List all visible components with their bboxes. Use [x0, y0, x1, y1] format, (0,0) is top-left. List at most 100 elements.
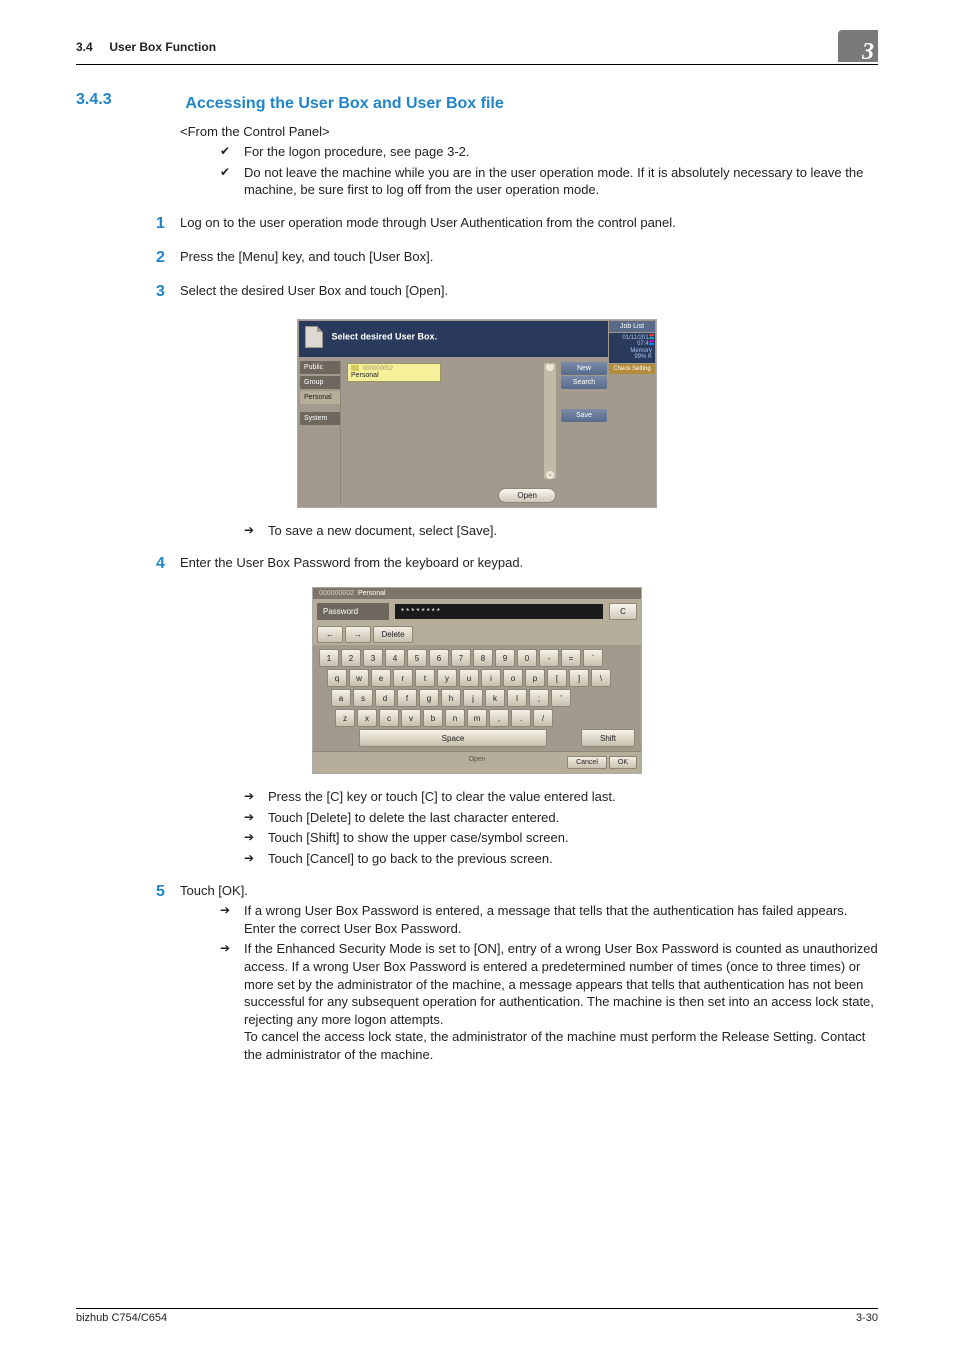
- key[interactable]: i: [481, 669, 501, 687]
- key[interactable]: w: [349, 669, 369, 687]
- key[interactable]: h: [441, 689, 461, 707]
- step-number: 2: [156, 249, 180, 267]
- key[interactable]: 5: [407, 649, 427, 667]
- tab-public[interactable]: Public: [300, 361, 340, 374]
- key[interactable]: f: [397, 689, 417, 707]
- key[interactable]: b: [423, 709, 443, 727]
- key[interactable]: z: [335, 709, 355, 727]
- key[interactable]: p: [525, 669, 545, 687]
- status-panel: 01/11/2012 07:41 Memory 99% K: [609, 333, 655, 363]
- key[interactable]: 8: [473, 649, 493, 667]
- key[interactable]: u: [459, 669, 479, 687]
- key-shift[interactable]: Shift: [581, 729, 635, 747]
- key-space[interactable]: Space: [359, 729, 547, 747]
- clear-button[interactable]: C: [609, 603, 637, 620]
- key[interactable]: -: [539, 649, 559, 667]
- tab-personal[interactable]: Personal: [300, 391, 340, 404]
- arrow-item: Press the [C] key or touch [C] to clear …: [244, 788, 878, 806]
- save-button[interactable]: Save: [561, 409, 607, 422]
- step-number: 4: [156, 555, 180, 573]
- prereq-list: For the logon procedure, see page 3-2. D…: [180, 143, 878, 199]
- password-input[interactable]: ********: [395, 604, 603, 619]
- scroll-up-icon[interactable]: ⌃: [546, 363, 554, 371]
- cursor-left-button[interactable]: ←: [317, 626, 343, 643]
- cancel-button[interactable]: Cancel: [567, 756, 607, 769]
- key[interactable]: r: [393, 669, 413, 687]
- step-text: Enter the User Box Password from the key…: [180, 555, 878, 573]
- key[interactable]: v: [401, 709, 421, 727]
- key[interactable]: 4: [385, 649, 405, 667]
- key[interactable]: l: [507, 689, 527, 707]
- key[interactable]: 3: [363, 649, 383, 667]
- user-box-item[interactable]: 000000002 Personal: [347, 363, 441, 382]
- search-button[interactable]: Search: [561, 376, 607, 389]
- key[interactable]: `: [583, 649, 603, 667]
- header-section-no: 3.4: [76, 40, 93, 54]
- key[interactable]: e: [371, 669, 391, 687]
- status-mem-label: Memory: [630, 348, 652, 354]
- onscreen-keyboard: 1234567890-=` qwertyuiop[]\ asdfghjkl;' …: [313, 645, 641, 751]
- panel-message-text: Select desired User Box.: [332, 331, 438, 341]
- key[interactable]: m: [467, 709, 487, 727]
- key[interactable]: /: [533, 709, 553, 727]
- dialog-header: 000000002 Personal: [313, 588, 641, 599]
- running-header: 3.4 User Box Function 3: [76, 40, 878, 65]
- screenshot-password-entry: 000000002 Personal Password ******** C ←…: [312, 587, 642, 774]
- folder-icon: [351, 365, 359, 371]
- dialog-box-number: 000000002: [319, 590, 354, 597]
- footer-model: bizhub C754/C654: [76, 1312, 167, 1324]
- key[interactable]: 6: [429, 649, 449, 667]
- key[interactable]: d: [375, 689, 395, 707]
- scroll-down-icon[interactable]: ⌄: [546, 471, 554, 479]
- key[interactable]: c: [379, 709, 399, 727]
- key[interactable]: n: [445, 709, 465, 727]
- open-button[interactable]: Open: [498, 488, 556, 503]
- key[interactable]: y: [437, 669, 457, 687]
- key[interactable]: 7: [451, 649, 471, 667]
- key[interactable]: 0: [517, 649, 537, 667]
- scrollbar[interactable]: ⌃ ⌄: [544, 363, 556, 479]
- key[interactable]: t: [415, 669, 435, 687]
- key[interactable]: 2: [341, 649, 361, 667]
- key[interactable]: ]: [569, 669, 589, 687]
- tab-group[interactable]: Group: [300, 376, 340, 389]
- key[interactable]: ': [551, 689, 571, 707]
- step-text: Log on to the user operation mode throug…: [180, 215, 878, 233]
- step4-sublist: Press the [C] key or touch [C] to clear …: [204, 788, 878, 867]
- key[interactable]: o: [503, 669, 523, 687]
- key[interactable]: a: [331, 689, 351, 707]
- tab-system[interactable]: System: [300, 412, 340, 425]
- header-section-title: User Box Function: [109, 40, 216, 54]
- key[interactable]: x: [357, 709, 377, 727]
- dialog-box-name: Personal: [358, 590, 386, 597]
- joblist-button[interactable]: Job List: [609, 321, 655, 332]
- key[interactable]: k: [485, 689, 505, 707]
- section-title: Accessing the User Box and User Box file: [185, 95, 503, 113]
- key[interactable]: s: [353, 689, 373, 707]
- step-number: 5: [156, 883, 180, 1066]
- key[interactable]: ,: [489, 709, 509, 727]
- key[interactable]: =: [561, 649, 581, 667]
- cursor-right-button[interactable]: →: [345, 626, 371, 643]
- step-number: 1: [156, 215, 180, 233]
- arrow-item: To save a new document, select [Save].: [244, 522, 878, 540]
- status-date: 01/11/2012: [622, 335, 652, 341]
- section-heading: 3.4.3 Accessing the User Box and User Bo…: [76, 91, 878, 114]
- check-setting-button[interactable]: Check Setting: [609, 364, 655, 374]
- delete-button[interactable]: Delete: [373, 626, 413, 643]
- key[interactable]: q: [327, 669, 347, 687]
- key[interactable]: \: [591, 669, 611, 687]
- panel-message: Select desired User Box.: [299, 321, 608, 357]
- status-mem-value: 99% K: [634, 354, 652, 360]
- step-text: Select the desired User Box and touch [O…: [180, 283, 878, 298]
- ok-button[interactable]: OK: [609, 756, 637, 769]
- prereq-item: Do not leave the machine while you are i…: [220, 164, 878, 199]
- key[interactable]: 1: [319, 649, 339, 667]
- key[interactable]: j: [463, 689, 483, 707]
- new-button[interactable]: New: [561, 362, 607, 375]
- key[interactable]: .: [511, 709, 531, 727]
- key[interactable]: ;: [529, 689, 549, 707]
- key[interactable]: 9: [495, 649, 515, 667]
- key[interactable]: [: [547, 669, 567, 687]
- key[interactable]: g: [419, 689, 439, 707]
